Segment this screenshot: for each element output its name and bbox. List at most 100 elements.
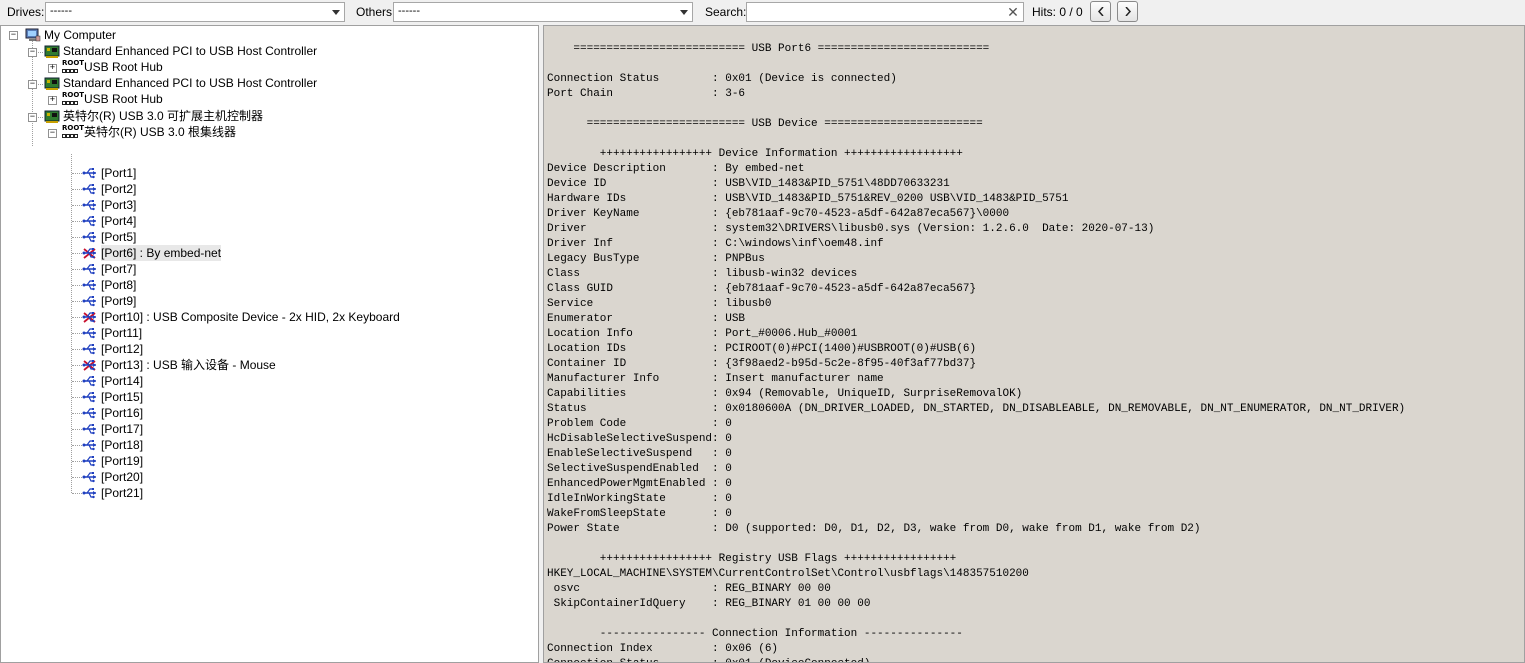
- tree-port-15-label: [Port15]: [101, 390, 144, 404]
- detail-line: Connection Status : 0x01 (DeviceConnecte…: [547, 658, 870, 662]
- detail-line: Manufacturer Info : Insert manufacturer …: [547, 373, 884, 385]
- tree-port-12-label: [Port12]: [101, 342, 144, 356]
- tree-line: [72, 285, 82, 286]
- usb-device-connected-icon: [82, 312, 96, 323]
- detail-line: ========================== USB Port6 ===…: [547, 43, 990, 55]
- pci-controller-icon-wrap: [44, 44, 60, 58]
- collapse-controller-toggle[interactable]: −: [28, 48, 37, 57]
- detail-line: SkipContainerIdQuery : REG_BINARY 01 00 …: [547, 598, 871, 610]
- usb-port-icon-wrap: [82, 374, 98, 388]
- detail-line: IdleInWorkingState : 0: [547, 493, 732, 505]
- usb-port-icon-wrap: [82, 438, 98, 452]
- clear-icon[interactable]: ✕: [1006, 5, 1020, 19]
- usb-port-icon-wrap: [82, 422, 98, 436]
- chevron-left-icon: [1097, 7, 1104, 16]
- tree-port-9-label: [Port9]: [101, 294, 137, 308]
- tree-line: [72, 205, 82, 206]
- hub-ports-icon: [62, 134, 78, 138]
- usb-port-icon: [82, 408, 96, 419]
- usb-port-icon: [82, 440, 96, 451]
- tree-controller-3-label: 英特尔(R) USB 3.0 可扩展主机控制器: [63, 109, 264, 123]
- hub-ports-icon: [62, 101, 78, 105]
- drives-select[interactable]: ------: [45, 2, 345, 22]
- detail-line: Connection Status : 0x01 (Device is conn…: [547, 73, 897, 85]
- expand-hub-toggle[interactable]: +: [48, 96, 57, 105]
- tree-port-20-label: [Port20]: [101, 470, 144, 484]
- usb-port-icon: [82, 232, 96, 243]
- next-hit-button[interactable]: [1117, 1, 1138, 22]
- root-hub-label: USB Root Hub: [84, 92, 163, 106]
- tree-port-2-label: [Port2]: [101, 182, 137, 196]
- usb-port-icon-wrap: [82, 326, 98, 340]
- detail-panel[interactable]: ========================== USB Port6 ===…: [543, 25, 1525, 663]
- detail-line: Legacy BusType : PNPBus: [547, 253, 765, 265]
- chevron-down-icon: [328, 3, 344, 21]
- computer-icon: [25, 28, 41, 42]
- tree-port-18-label: [Port18]: [101, 438, 144, 452]
- detail-line: Class GUID : {eb781aaf-9c70-4523-a5df-64…: [547, 283, 977, 295]
- pci-controller-icon: [44, 45, 60, 58]
- tree-line: [72, 493, 82, 494]
- tree-line: [72, 221, 82, 222]
- collapse-controller-toggle[interactable]: −: [28, 80, 37, 89]
- search-input[interactable]: ✕: [746, 2, 1024, 22]
- tree-port-8-label: [Port8]: [101, 278, 137, 292]
- usb-port-icon: [82, 296, 96, 307]
- usb-port-icon: [82, 328, 96, 339]
- tree-line: [72, 429, 82, 430]
- tree-port-21-label: [Port21]: [101, 486, 144, 500]
- tree-port-6-label: [Port6] : By embed-net: [101, 245, 222, 261]
- usb-port-icon: [82, 456, 96, 467]
- hits-counter: Hits: 0 / 0: [1032, 5, 1083, 19]
- detail-line: Power State : D0 (supported: D0, D1, D2,…: [547, 523, 1201, 535]
- usb-port-icon: [82, 168, 96, 179]
- detail-line: Location Info : Port_#0006.Hub_#0001: [547, 328, 858, 340]
- collapse-controller-toggle[interactable]: −: [28, 113, 37, 122]
- previous-hit-button[interactable]: [1090, 1, 1111, 22]
- usb-port-icon-wrap: [82, 198, 98, 212]
- collapse-my-computer-toggle[interactable]: −: [9, 31, 18, 40]
- usb-device-connected-icon-wrap: [82, 310, 98, 324]
- usb-port-icon: [82, 488, 96, 499]
- tree-line: [72, 461, 82, 462]
- tree-line: [72, 173, 82, 174]
- expand-hub-toggle[interactable]: +: [48, 64, 57, 73]
- tree-port-19-label: [Port19]: [101, 454, 144, 468]
- usb-port-icon: [82, 392, 96, 403]
- usb-port-icon: [82, 280, 96, 291]
- tree-port-16-label: [Port16]: [101, 406, 144, 420]
- usb-port-icon: [82, 264, 96, 275]
- others-select[interactable]: ------: [393, 2, 693, 22]
- others-select-value: ------: [398, 5, 420, 17]
- usb-port-icon-wrap: [82, 230, 98, 244]
- detail-line: Container ID : {3f98aed2-b95d-5c2e-8f95-…: [547, 358, 977, 370]
- detail-line: SelectiveSuspendEnabled : 0: [547, 463, 732, 475]
- usb-port-icon: [82, 424, 96, 435]
- usb-port-icon-wrap: [82, 390, 98, 404]
- usb-port-icon-wrap: [82, 182, 98, 196]
- usb-device-connected-icon-wrap: [82, 358, 98, 372]
- tree-port-17-label: [Port17]: [101, 422, 144, 436]
- detail-line: Status : 0x0180600A (DN_DRIVER_LOADED, D…: [547, 403, 1406, 415]
- drives-select-value: ------: [50, 5, 72, 17]
- pci-controller-icon-wrap: [44, 109, 60, 123]
- detail-line: Port Chain : 3-6: [547, 88, 746, 100]
- collapse-hub-toggle[interactable]: −: [48, 129, 57, 138]
- usb-port-icon-wrap: [82, 454, 98, 468]
- detail-line: WakeFromSleepState : 0: [547, 508, 732, 520]
- detail-line: Location IDs : PCIROOT(0)#PCI(1400)#USBR…: [547, 343, 977, 355]
- usb-device-connected-icon-wrap: [82, 246, 98, 260]
- tree-line: [72, 317, 82, 318]
- tree-port-7-label: [Port7]: [101, 262, 137, 276]
- computer-icon-wrap: [25, 28, 41, 42]
- tree-port-13-label: [Port13] : USB 输入设备 - Mouse: [101, 358, 276, 372]
- device-tree[interactable]: − My Computer − Standard Enhanced PCI to US…: [0, 25, 539, 663]
- usb-port-icon-wrap: [82, 294, 98, 308]
- tree-root-my-computer-label: My Computer: [44, 28, 117, 42]
- detail-text: ========================== USB Port6 ===…: [547, 27, 1406, 662]
- tree-line: [72, 445, 82, 446]
- usb-port-icon: [82, 344, 96, 355]
- tree-line: [72, 253, 82, 254]
- tree-port-10-label: [Port10] : USB Composite Device - 2x HID…: [101, 310, 400, 324]
- usb-port-icon: [82, 472, 96, 483]
